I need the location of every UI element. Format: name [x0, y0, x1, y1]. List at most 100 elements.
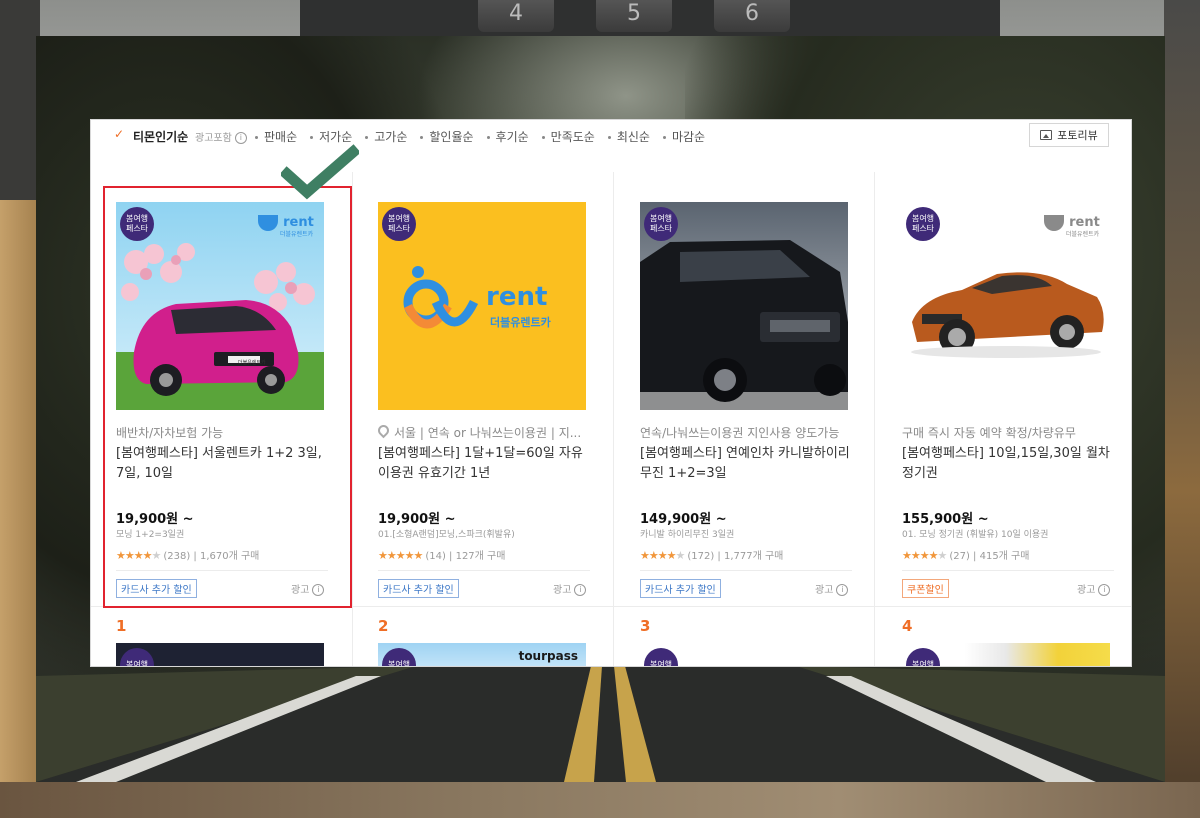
product-image[interactable]: 봄여행: [640, 643, 848, 666]
info-icon: i: [1098, 584, 1111, 596]
product-card[interactable]: rent 더블유렌트카 봄여행 페스타 서울 | 연속 or 나눠쓰는이용권 |…: [353, 170, 615, 606]
ad-label[interactable]: 광고 i: [553, 581, 587, 596]
sort-option-label: 후기순: [495, 130, 529, 144]
sort-option-active[interactable]: 티몬인기순: [133, 128, 188, 145]
product-option: 카니발 하이리무진 3일권: [640, 530, 735, 540]
card-divider: [902, 570, 1114, 571]
promo-badge: 봄여행: [906, 648, 940, 666]
brand-logo-text: rent: [1069, 215, 1100, 230]
sort-option-reviews[interactable]: 후기순: [486, 128, 529, 145]
brand-logo-text: rent: [486, 282, 548, 312]
sort-option-high-price[interactable]: 고가순: [365, 128, 407, 145]
sort-option-low-price[interactable]: 저가순: [310, 128, 352, 145]
sort-option-discount[interactable]: 할인율순: [420, 128, 474, 145]
product-image[interactable]: 봄여행 페스타: [640, 202, 848, 410]
photo-review-button[interactable]: 포토리뷰: [1029, 123, 1109, 147]
rank-number: 2: [378, 617, 389, 635]
product-card[interactable]: 봄여행 페스타 연속/나눠쓰는이용권 지인사용 양도가능 [봄여행페스타] 연예…: [615, 170, 877, 606]
sort-option-label: 판매순: [264, 130, 298, 144]
check-icon: ✓: [114, 127, 125, 141]
info-icon: i: [836, 584, 849, 596]
rank-number: 3: [640, 617, 651, 635]
background-desk: [0, 200, 40, 818]
product-price: 155,900원 ~: [902, 512, 989, 527]
review-count: (27): [949, 551, 970, 562]
ad-label[interactable]: 광고 i: [815, 581, 849, 596]
discount-tag: 카드사 추가 할인: [640, 579, 721, 598]
product-option: 01. 모닝 정기권 (휘발유) 10일 이용권: [902, 530, 1049, 540]
product-image[interactable]: 봄여행: [902, 643, 1110, 666]
review-count: (14): [425, 551, 446, 562]
sold-count: 127개 구매: [455, 551, 506, 562]
sold-count: 1,777개 구매: [723, 551, 784, 562]
promo-badge: 봄여행 페스타: [382, 207, 416, 241]
ad-label-text: 광고: [553, 585, 572, 596]
product-title[interactable]: [봄여행페스타] 1달+1달=60일 자유이용권 유효기간 1년: [378, 444, 590, 484]
star-rating-icon: ★★★★★: [902, 549, 947, 562]
promo-badge: 봄여행: [120, 648, 154, 666]
photo-review-label: 포토리뷰: [1057, 129, 1098, 142]
ad-included-label: 광고포함 i: [195, 129, 247, 144]
product-image[interactable]: rent 더블유렌트카 봄여행 페스타: [378, 202, 586, 410]
review-count: (172): [687, 551, 715, 562]
product-image[interactable]: 봄여행: [116, 643, 324, 666]
promo-badge: 봄여행 페스타: [906, 207, 940, 241]
product-card[interactable]: rent 더블유렌트카 봄여행 페스타 구매 즉시 자동 예약 확정/차량유무 …: [877, 170, 1131, 606]
product-image[interactable]: 봄여행 tourpass: [378, 643, 586, 666]
location-pin-icon: [378, 424, 392, 439]
coupon-tag: 쿠폰할인: [902, 579, 949, 598]
sort-option-newest[interactable]: 최신순: [607, 128, 650, 145]
sort-option-label: 만족도순: [550, 130, 595, 144]
rank-number: 4: [902, 617, 913, 635]
brand-logo: rent 더블유렌트카: [1044, 212, 1110, 238]
info-icon[interactable]: i: [234, 132, 247, 144]
sort-option-label: 마감순: [671, 130, 706, 144]
highlight-box: [103, 186, 352, 608]
sort-bar: ✓ 티몬인기순 광고포함 i 판매순 저가순 고가순 할인율순 후기순 만족도순 …: [91, 120, 1131, 152]
promo-badge: 봄여행 페스타: [644, 207, 678, 241]
sort-option-satisfaction[interactable]: 만족도순: [541, 128, 595, 145]
discount-tag: 카드사 추가 할인: [378, 579, 459, 598]
ad-label-text: 광고: [1077, 585, 1096, 596]
star-rating-icon: ★★★★★: [640, 549, 685, 562]
sort-option-sales[interactable]: 판매순: [255, 128, 297, 145]
product-rating: ★★★★★ (14) | 127개 구매: [378, 549, 506, 562]
ad-label-text: 광고: [815, 585, 834, 596]
product-title[interactable]: [봄여행페스타] 10일,15일,30일 월차 정기권: [902, 444, 1114, 484]
sort-option-label: 할인율순: [429, 130, 474, 144]
product-price: 19,900원 ~: [378, 512, 456, 527]
sort-option-label: 최신순: [616, 130, 650, 144]
tourpass-logo: tourpass: [518, 649, 578, 663]
background-right-edge: [1164, 0, 1200, 818]
promo-badge: 봄여행: [382, 648, 416, 666]
background-bottom-edge: [0, 782, 1200, 818]
photo-icon: [1040, 130, 1053, 140]
ad-label[interactable]: 광고 i: [1077, 581, 1111, 596]
product-price: 149,900원 ~: [640, 512, 727, 527]
keyboard-key: 5: [596, 0, 672, 32]
brand-logo-sub: 더블유렌트카: [1066, 231, 1100, 238]
sort-options: 판매순 저가순 고가순 할인율순 후기순 만족도순 최신순 마감순: [255, 128, 718, 145]
product-rating: ★★★★★ (172) | 1,777개 구매: [640, 549, 784, 562]
product-option: 01.[소형A랜덤]모닝,스파크(휘발유): [378, 530, 515, 540]
keyboard-key: 6: [714, 0, 790, 32]
ad-included-text: 광고포함: [195, 133, 232, 144]
star-rating-icon: ★★★★★: [378, 549, 423, 562]
promo-badge: 봄여행 페스타: [120, 207, 154, 241]
keyboard-key: 4: [478, 0, 554, 32]
brand-logo-sub: 더블유렌트카: [490, 316, 551, 329]
product-rating: ★★★★★ (27) | 415개 구매: [902, 549, 1030, 562]
card-divider: [640, 570, 852, 571]
sort-option-label: 고가순: [374, 130, 408, 144]
product-subtitle: 연속/나눠쓰는이용권 지인사용 양도가능: [640, 426, 840, 440]
product-subtitle: 구매 즉시 자동 예약 확정/차량유무: [902, 426, 1076, 440]
rank-number: 1: [116, 617, 127, 635]
product-title[interactable]: [봄여행페스타] 연예인차 카니발하이리무진 1+2=3일: [640, 444, 852, 484]
sold-count: 415개 구매: [979, 551, 1030, 562]
sort-option-label: 저가순: [319, 130, 353, 144]
product-subtitle-text: 서울 | 연속 or 나눠쓰는이용권 | 지...: [394, 426, 582, 440]
product-image[interactable]: rent 더블유렌트카 봄여행 페스타: [902, 202, 1110, 410]
product-subtitle: 서울 | 연속 or 나눠쓰는이용권 | 지...: [378, 424, 590, 441]
info-icon: i: [574, 584, 587, 596]
sort-option-closing[interactable]: 마감순: [662, 128, 706, 145]
